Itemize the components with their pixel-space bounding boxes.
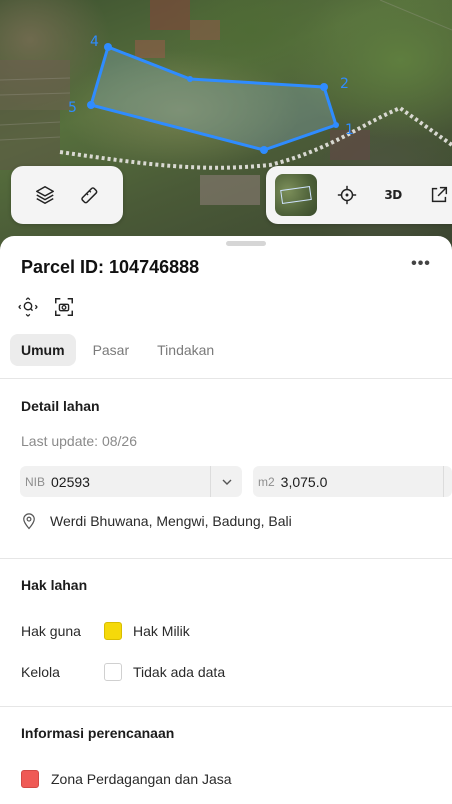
area-field: m2 3,075.0: [253, 466, 452, 497]
divider: [0, 558, 452, 559]
last-update-text: Last update: 08/26: [21, 433, 137, 449]
share-icon: [431, 186, 448, 203]
vertex-label-5: 5: [68, 100, 77, 116]
nib-value: 02593: [51, 473, 90, 490]
section-title-planning: Informasi perencanaan: [21, 725, 175, 741]
zoom-to-parcel-icon[interactable]: [17, 296, 39, 318]
sheet-grabber[interactable]: [226, 241, 266, 246]
layers-button[interactable]: [25, 175, 65, 215]
location-pin-icon: [23, 513, 35, 530]
3d-toggle-button[interactable]: 3D: [373, 175, 413, 215]
vertex-label-1: 1: [345, 122, 354, 138]
detail-tabs: Umum Pasar Tindakan: [10, 334, 225, 366]
share-button[interactable]: [419, 175, 452, 215]
rights-row-label: Kelola: [21, 664, 60, 680]
divider: [0, 706, 452, 707]
tab-umum[interactable]: Umum: [10, 334, 76, 366]
color-swatch-zone: [21, 770, 39, 788]
nib-label: NIB: [25, 474, 46, 489]
rights-row-value: Tidak ada data: [133, 664, 226, 680]
divider: [0, 378, 452, 379]
screenshot-icon[interactable]: [53, 296, 75, 318]
locate-icon: [337, 185, 357, 205]
3d-label: 3D: [384, 188, 402, 202]
map-tools-panel: [11, 166, 123, 224]
tab-tindakan[interactable]: Tindakan: [146, 334, 225, 366]
parcel-title: Parcel ID: 104746888: [21, 257, 200, 277]
color-swatch-hak-milik: [104, 622, 122, 640]
section-title-detail: Detail lahan: [21, 398, 100, 414]
color-swatch-no-data: [104, 663, 122, 681]
zone-text: Zona Perdagangan dan Jasa: [51, 771, 232, 787]
area-value: 3,075.0: [280, 473, 328, 490]
tab-pasar[interactable]: Pasar: [82, 334, 141, 366]
more-options-button[interactable]: •••: [408, 254, 434, 278]
parcel-polygon[interactable]: [89, 45, 338, 152]
location-row: Werdi Bhuwana, Mengwi, Badung, Bali: [20, 512, 292, 530]
chevron-down-icon: [222, 479, 231, 485]
area-unit-label: m2: [258, 474, 275, 489]
parcel-detail-sheet: Parcel ID: 104746888 ••• Umum Pasar Tind…: [0, 236, 452, 804]
ruler-icon: [81, 187, 98, 204]
measure-button[interactable]: [69, 175, 109, 215]
rights-row-value: Hak Milik: [133, 623, 190, 639]
field-separator: [443, 466, 444, 497]
nib-dropdown-button[interactable]: [210, 466, 242, 497]
rights-row-label: Hak guna: [21, 623, 81, 639]
vertex-label-2: 2: [340, 76, 349, 92]
location-text: Werdi Bhuwana, Mengwi, Badung, Bali: [50, 513, 292, 529]
vertex-label-4: 4: [90, 34, 99, 50]
layers-icon: [36, 186, 54, 204]
section-title-rights: Hak lahan: [21, 577, 88, 593]
nib-field[interactable]: NIB 02593: [20, 466, 242, 497]
map-view-panel: 3D: [266, 166, 452, 224]
satellite-thumbnail[interactable]: [275, 174, 317, 216]
locate-button[interactable]: [327, 175, 367, 215]
